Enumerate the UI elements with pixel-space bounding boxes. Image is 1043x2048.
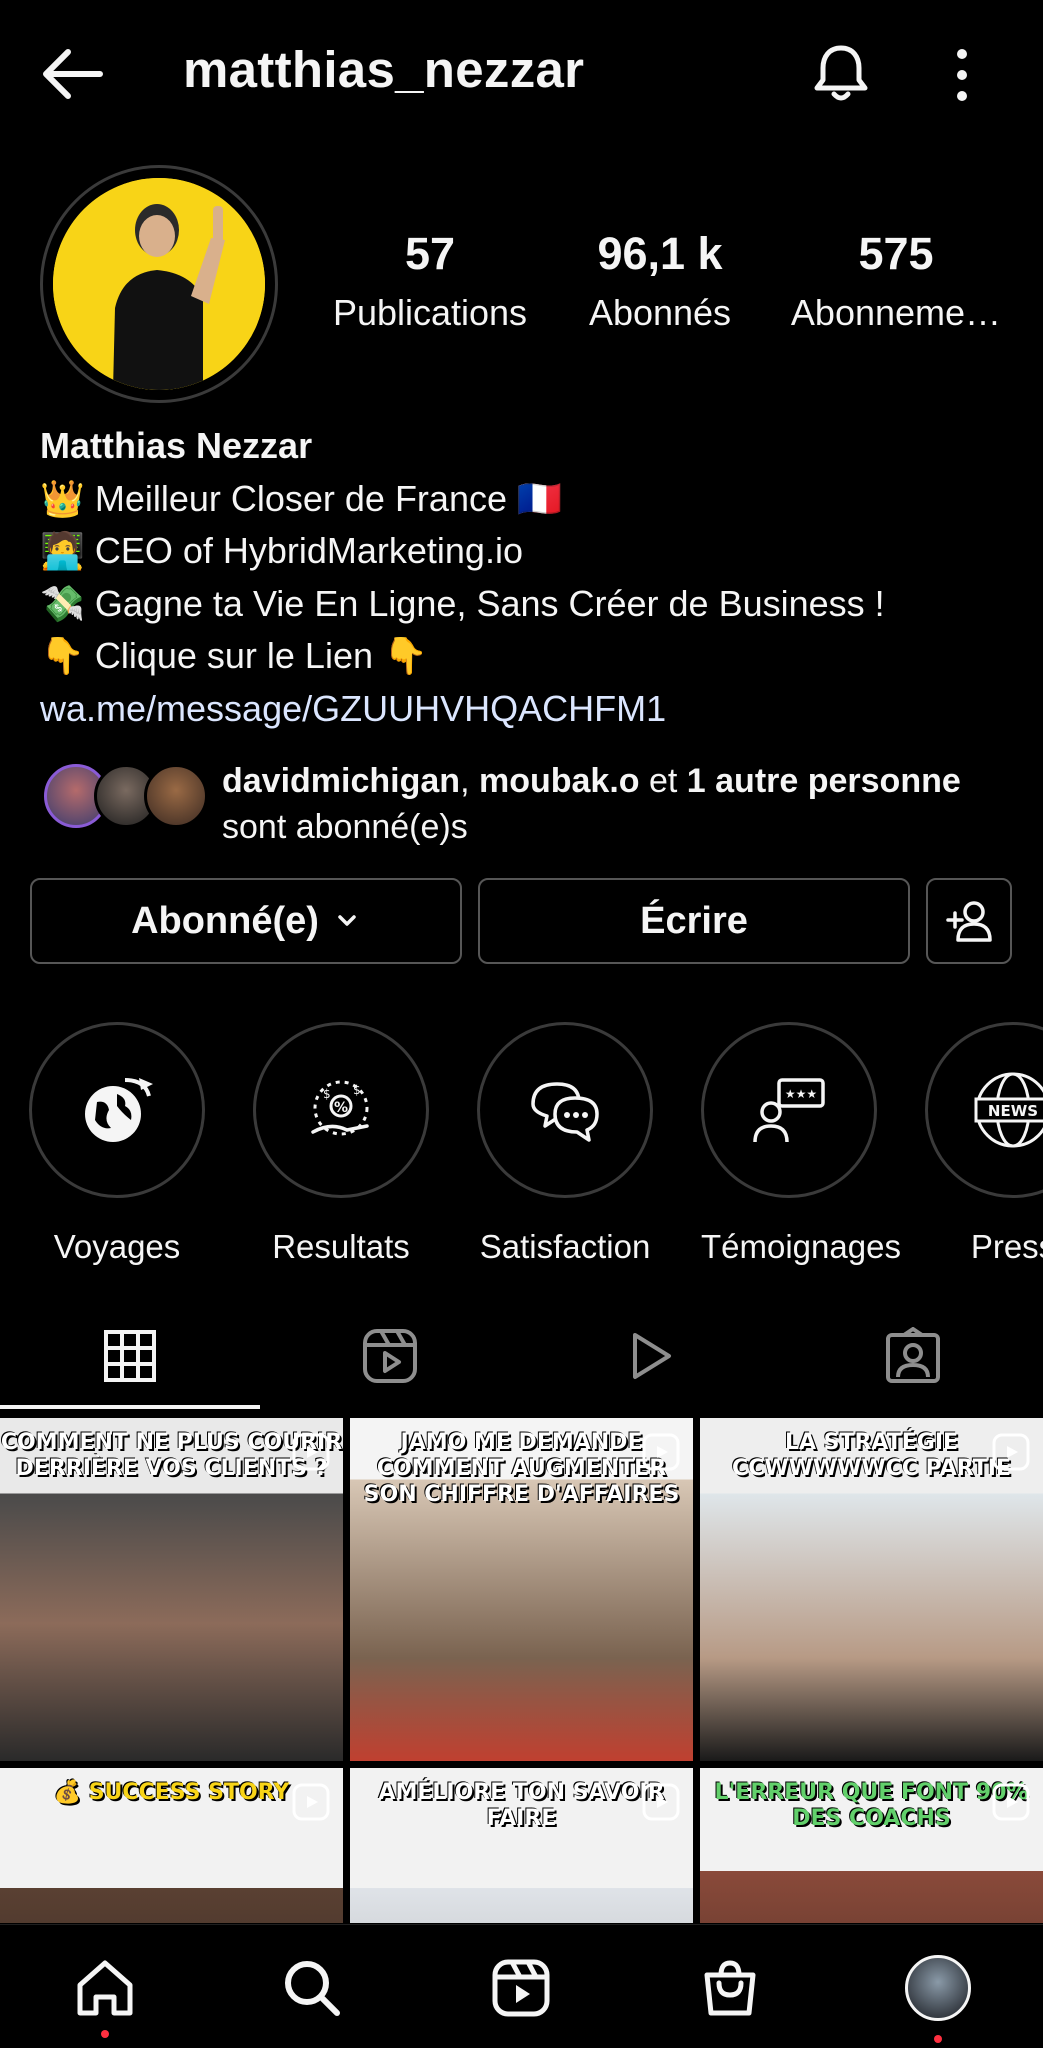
profile-avatar-small: [905, 1955, 971, 2021]
back-arrow-icon[interactable]: [38, 44, 108, 104]
reel-icon: [642, 1433, 680, 1471]
highlight-voyages[interactable]: Voyages: [29, 1022, 205, 1266]
profile-full-name: Matthias Nezzar: [40, 425, 313, 466]
tab-tagged[interactable]: [783, 1300, 1043, 1412]
following-button[interactable]: Abonné(e): [30, 878, 462, 964]
message-button[interactable]: Écrire: [478, 878, 910, 964]
shopping-bag-icon: [704, 1960, 756, 2016]
home-icon: [77, 1960, 133, 2016]
chat-bubbles-icon: [531, 1082, 599, 1142]
reel-icon: [292, 1783, 330, 1821]
profile-username: matthias_nezzar: [183, 41, 585, 98]
following-count: 575: [858, 228, 934, 279]
stat-following[interactable]: 575 Abonneme…: [780, 228, 1012, 334]
reel-icon: [292, 1433, 330, 1471]
home-notification-dot: [101, 2030, 109, 2038]
globe-plane-icon: [85, 1078, 153, 1142]
nav-shop[interactable]: [695, 1953, 765, 2023]
reel-icon: [642, 1783, 680, 1821]
more-options-icon[interactable]: [942, 44, 982, 106]
add-person-icon: [946, 901, 992, 942]
highlight-label: Press: [970, 1228, 1043, 1265]
tab-reels[interactable]: [260, 1300, 520, 1412]
reel-icon: [992, 1783, 1030, 1821]
followers-count: 96,1 k: [597, 228, 723, 279]
posts-count: 57: [404, 228, 456, 279]
bio-line: 🧑‍💻 CEO of HybridMarketing.io: [40, 530, 523, 571]
post-thumbnail[interactable]: JAMO ME DEMANDE COMMENT AUGMENTER SON CH…: [350, 1418, 693, 1761]
testimonial-icon: ★★★: [753, 1078, 825, 1143]
follower-name[interactable]: davidmichigan: [222, 762, 460, 800]
suggest-people-button[interactable]: [926, 878, 1012, 964]
stat-posts[interactable]: 57 Publications: [318, 228, 542, 334]
bottom-navigation: [0, 1924, 1043, 2048]
highlight-press[interactable]: NEWS Press: [925, 1022, 1043, 1266]
bio-line: 👇 Clique sur le Lien 👇: [40, 635, 428, 676]
profile-bio: Matthias Nezzar 👑 Meilleur Closer de Fra…: [40, 420, 1000, 735]
active-tab-indicator: [0, 1405, 260, 1409]
followers-label: Abonnés: [588, 292, 732, 333]
svg-text:$: $: [353, 1083, 361, 1097]
profile-notification-dot: [934, 2035, 942, 2043]
play-icon: [633, 1333, 671, 1379]
profile-tabs: [0, 1300, 1043, 1412]
highlight-label: Voyages: [53, 1228, 181, 1265]
stat-followers[interactable]: 96,1 k Abonnés: [560, 228, 760, 334]
highlight-label: Resultats: [272, 1228, 410, 1265]
grid-icon: [104, 1330, 156, 1382]
avatar-image: [53, 178, 265, 390]
reels-icon: [492, 1959, 550, 2017]
highlight-label: Témoignages: [701, 1228, 901, 1265]
tab-posts-grid[interactable]: [0, 1300, 260, 1412]
posts-grid: COMMENT NE PLUS COURIR DERRIÈRE VOS CLIE…: [0, 1418, 1043, 1923]
nav-home[interactable]: [70, 1953, 140, 2023]
post-thumbnail[interactable]: LA STRATÉGIE CCWWWWWCC PARTIE: [700, 1418, 1043, 1761]
bio-link[interactable]: wa.me/message/GZUUHVHQACHFM1: [40, 683, 1000, 736]
nav-reels[interactable]: [486, 1953, 556, 2023]
following-label: Abonneme…: [790, 292, 1002, 333]
profile-avatar[interactable]: [40, 165, 278, 403]
follower-name[interactable]: moubak.o: [479, 762, 640, 800]
posts-label: Publications: [332, 292, 528, 333]
top-bar: matthias_nezzar: [0, 0, 1043, 145]
svg-text:%: %: [334, 1100, 348, 1116]
highlight-resultats[interactable]: % $ $ Resultats: [253, 1022, 429, 1266]
follower-avatar: [144, 764, 208, 828]
other-followers[interactable]: 1 autre personne: [687, 762, 961, 800]
bio-line: 💸 Gagne ta Vie En Ligne, Sans Créer de B…: [40, 582, 885, 624]
news-globe-icon: NEWS: [974, 1072, 1043, 1148]
mutual-followers[interactable]: davidmichigan, moubak.o et 1 autre perso…: [40, 758, 1020, 854]
svg-text:$: $: [323, 1087, 331, 1101]
tab-videos[interactable]: [520, 1300, 780, 1412]
chevron-down-icon: [338, 915, 356, 926]
bio-line: 👑 Meilleur Closer de France 🇫🇷: [40, 477, 562, 519]
post-thumbnail[interactable]: L'ERREUR QUE FONT 90% DES COACHS: [700, 1768, 1043, 1923]
nav-profile[interactable]: [903, 1953, 973, 2023]
svg-text:NEWS: NEWS: [988, 1102, 1038, 1120]
post-thumbnail[interactable]: AMÉLIORE TON SAVOIR FAIRE: [350, 1768, 693, 1923]
followed-by-text: davidmichigan, moubak.o et 1 autre perso…: [222, 762, 961, 846]
reel-icon: [992, 1433, 1030, 1471]
post-thumbnail[interactable]: COMMENT NE PLUS COURIR DERRIÈRE VOS CLIE…: [0, 1418, 343, 1761]
nav-search[interactable]: [277, 1953, 347, 2023]
tagged-person-icon: [886, 1327, 940, 1383]
highlight-label: Satisfaction: [479, 1228, 651, 1265]
notification-bell-icon[interactable]: [808, 40, 874, 106]
reels-icon: [363, 1329, 417, 1383]
highlight-temoignages[interactable]: ★★★ Témoignages: [701, 1022, 901, 1266]
highlight-satisfaction[interactable]: Satisfaction: [477, 1022, 653, 1266]
money-hand-icon: % $ $: [311, 1080, 369, 1136]
post-thumbnail[interactable]: 💰 SUCCESS STORY: [0, 1768, 343, 1923]
svg-text:★★★: ★★★: [785, 1087, 817, 1101]
search-icon: [285, 1961, 340, 2016]
